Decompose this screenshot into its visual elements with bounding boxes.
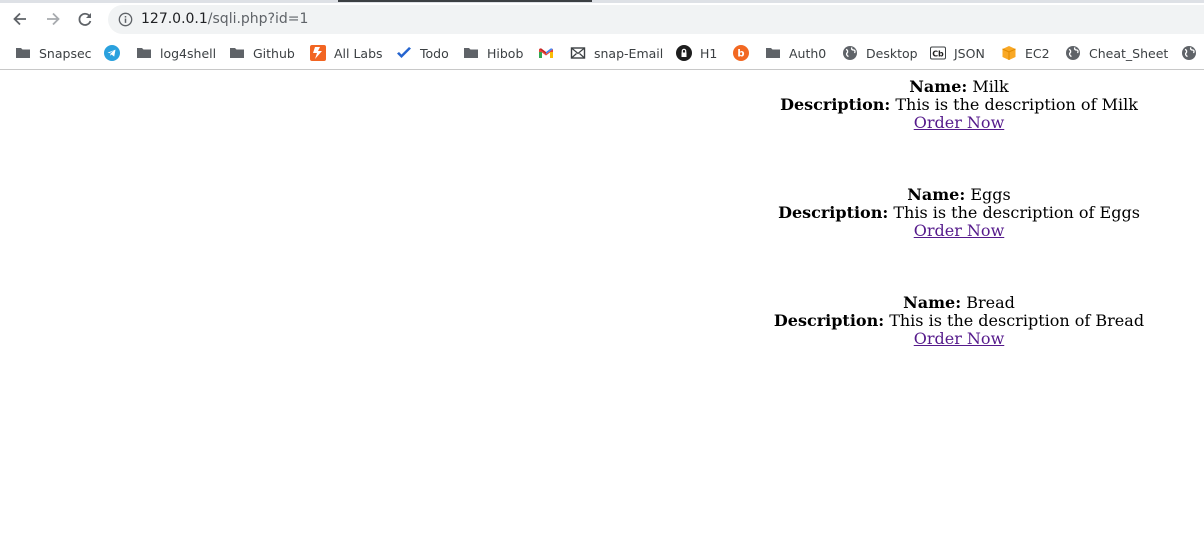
product-description-line: Description: This is the description of … [713,96,1204,114]
name-label: Name: [903,293,962,312]
reload-icon [78,12,92,26]
bookmark-label: JSON [954,45,985,61]
bookmark-telegram[interactable] [104,43,128,63]
product-name-line: Name: Bread [713,294,1204,312]
globe-icon [842,45,858,61]
svg-text:b: b [737,49,744,60]
telegram-icon [104,45,120,61]
globe-icon [1181,45,1197,61]
bugcrowd-icon: b [733,45,749,61]
address-bar[interactable]: 127.0.0.1/sqli.php?id=1 [108,5,1204,34]
todo-check-icon [396,45,412,61]
bookmark-label: H1 [700,45,718,61]
back-arrow-icon [13,12,26,26]
bookmark-label: log4shell [160,45,217,61]
product-description-line: Description: This is the description of … [713,312,1204,330]
name-label: Name: [909,77,968,96]
order-now-link[interactable]: Order Now [914,221,1005,240]
bookmark-gmail[interactable] [538,43,562,63]
bookmark-desktop[interactable]: Desktop [842,43,918,63]
product-description: This is the description of Eggs [893,203,1140,222]
bookmark-label: All Labs [334,45,383,61]
bookmark-snapsec[interactable]: Snapsec [15,43,92,63]
description-label: Description: [773,311,885,330]
active-tab-edge [338,0,592,2]
product-item-bread: Name: Bread Description: This is the des… [713,294,1204,402]
bookmark-bugcrowd[interactable]: b [733,43,757,63]
globe-icon [1065,45,1081,61]
product-name: Eggs [970,185,1011,204]
product-name: Bread [966,293,1015,312]
product-description: This is the description of Bread [889,311,1145,330]
bookmark-h1[interactable]: H1 [676,43,717,63]
bookmark-hibob[interactable]: Hibob [463,43,523,63]
bookmark-all-labs[interactable]: All Labs [310,43,383,63]
bookmark-label: Cheat_Sheet [1089,45,1169,61]
product-name-line: Name: Milk [713,78,1204,96]
bookmark-label: Hibob [487,45,524,61]
description-label: Description: [780,95,891,114]
hackerone-icon [676,45,692,61]
cyberchef-icon: Cb [930,45,946,61]
bookmark-label: EC2 [1025,45,1050,61]
gmail-icon [538,45,554,61]
bookmark-label: Desktop [866,45,918,61]
forward-arrow-icon [47,12,60,26]
aws-box-icon [1001,45,1017,61]
order-now-link[interactable]: Order Now [914,113,1005,132]
bookmark-label: Auth0 [789,45,827,61]
url-text[interactable]: 127.0.0.1/sqli.php?id=1 [141,11,308,27]
bookmark-cheat-sheet[interactable]: Cheat_Sheet [1065,43,1168,63]
folder-icon [15,45,31,61]
forward-button[interactable] [40,6,66,32]
bookmark-ec2[interactable]: EC2 [1001,43,1050,63]
bookmark-auth0[interactable]: Auth0 [765,43,826,63]
info-icon[interactable] [118,12,133,27]
reload-button[interactable] [72,6,98,32]
bookmark-overflow[interactable] [1181,43,1204,63]
bookmark-github[interactable]: Github [229,43,295,63]
bookmarks-bar: Snapsec log4shell Github All Labs Todo H… [0,36,1204,70]
product-name-line: Name: Eggs [713,186,1204,204]
folder-icon [136,45,152,61]
bookmark-label: Snapsec [39,45,92,61]
envelope-icon [570,45,586,61]
bookmark-snap-email[interactable]: snap-Email [570,43,663,63]
order-now-link[interactable]: Order Now [914,329,1005,348]
labs-icon [310,45,326,61]
name-label: Name: [907,185,966,204]
page-content: Name: Milk Description: This is the desc… [0,71,1204,545]
bookmark-label: Github [253,45,295,61]
bookmark-json[interactable]: Cb JSON [930,43,985,63]
bookmark-log4shell[interactable]: log4shell [136,43,216,63]
product-description-line: Description: This is the description of … [713,204,1204,222]
url-path: /sqli.php?id=1 [207,11,309,27]
back-button[interactable] [7,6,33,32]
bookmark-label: snap-Email [594,45,664,61]
product-item-milk: Name: Milk Description: This is the desc… [713,78,1204,186]
folder-icon [765,45,781,61]
product-item-eggs: Name: Eggs Description: This is the desc… [713,186,1204,294]
bookmark-label: Todo [420,45,449,61]
url-host: 127.0.0.1 [141,11,208,27]
product-list: Name: Milk Description: This is the desc… [713,78,1204,402]
product-description: This is the description of Milk [895,95,1138,114]
folder-icon [463,45,479,61]
bookmark-todo[interactable]: Todo [396,43,449,63]
folder-icon [229,45,245,61]
description-label: Description: [778,203,889,222]
svg-text:Cb: Cb [932,50,944,59]
product-name: Milk [972,77,1009,96]
browser-toolbar: 127.0.0.1/sqli.php?id=1 [0,3,1204,36]
